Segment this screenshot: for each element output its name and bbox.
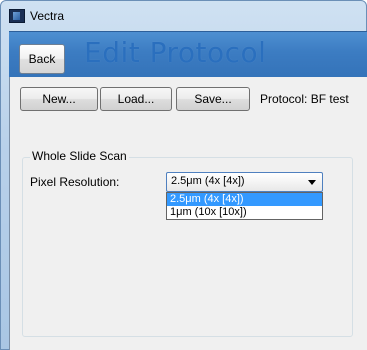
header-band: Back Edit Protocol [9, 31, 367, 77]
pixel-resolution-label: Pixel Resolution: [30, 175, 120, 189]
pixel-resolution-selected-value: 2.5μm (4x [4x]) [171, 175, 245, 187]
dropdown-option-2.5um[interactable]: 2.5μm (4x [4x]) [167, 193, 322, 206]
vectra-app-icon [9, 9, 25, 23]
back-button[interactable]: Back [19, 44, 65, 74]
page-title: Edit Protocol [84, 36, 267, 69]
dropdown-option-1um[interactable]: 1μm (10x [10x]) [167, 206, 322, 219]
group-title: Whole Slide Scan [30, 149, 129, 163]
load-button[interactable]: Load... [100, 87, 172, 111]
title-bar[interactable]: Vectra [1, 1, 367, 29]
chevron-down-icon[interactable] [308, 180, 316, 185]
application-window: Vectra Back Edit Protocol New... Load...… [0, 0, 367, 350]
new-button[interactable]: New... [20, 87, 98, 111]
pixel-resolution-select[interactable]: 2.5μm (4x [4x]) [166, 172, 323, 192]
content-panel: New... Load... Save... Protocol: BF test… [9, 77, 367, 350]
save-button[interactable]: Save... [176, 87, 250, 111]
window-title: Vectra [30, 9, 65, 23]
protocol-name-label: Protocol: BF test [260, 92, 349, 106]
pixel-resolution-dropdown-list: 2.5μm (4x [4x]) 1μm (10x [10x]) [166, 192, 323, 220]
